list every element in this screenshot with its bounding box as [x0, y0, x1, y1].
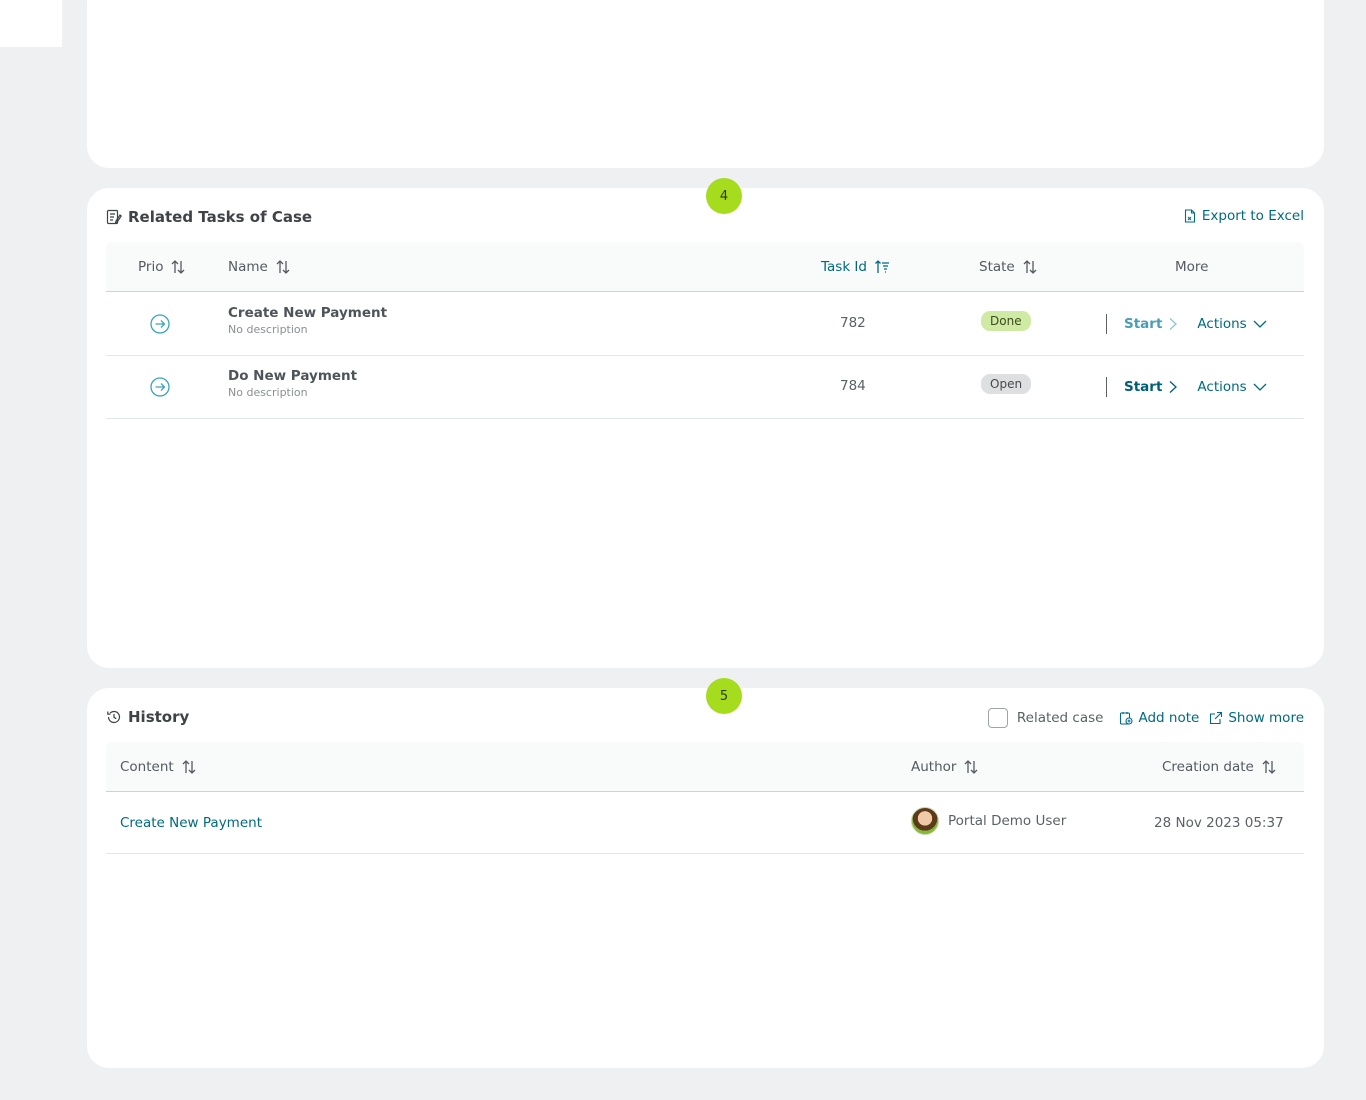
column-header-name[interactable]: Name: [228, 242, 291, 292]
history-title: History: [106, 708, 189, 726]
creation-date: 28 Nov 2023 05:37: [1154, 815, 1284, 831]
tasks-table-header: Prio Name Task Id State More: [106, 242, 1304, 292]
start-task-button[interactable]: Start: [1124, 379, 1178, 395]
divider: [1106, 314, 1107, 334]
column-header-creation-date[interactable]: Creation date: [1162, 742, 1277, 792]
task-row[interactable]: Create New Payment No description 782 Do…: [106, 293, 1304, 356]
column-header-task-id-label: Task Id: [821, 259, 867, 275]
history-row[interactable]: Create New Payment Portal Demo User 28 N…: [106, 793, 1304, 854]
add-note-icon: [1120, 712, 1134, 725]
start-label: Start: [1124, 379, 1163, 395]
prio-cell: [149, 313, 171, 335]
task-description: No description: [228, 323, 308, 336]
column-header-state[interactable]: State: [979, 242, 1038, 292]
sort-icon: [172, 260, 185, 274]
column-header-more-label: More: [1175, 259, 1209, 275]
related-tasks-title: Related Tasks of Case: [106, 208, 312, 226]
chevron-down-icon: [1253, 383, 1267, 391]
excel-file-icon: [1184, 209, 1195, 223]
history-table-header: Content Author Creation date: [106, 742, 1304, 792]
sort-icon: [276, 260, 290, 274]
sort-icon: [182, 760, 196, 774]
state-badge-done: Done: [981, 311, 1031, 331]
priority-normal-icon: [150, 377, 170, 397]
column-header-task-id[interactable]: Task Id: [821, 242, 890, 292]
chevron-right-icon: [1169, 318, 1178, 330]
history-content-link[interactable]: Create New Payment: [120, 815, 262, 831]
history-icon: [107, 710, 121, 724]
chevron-down-icon: [1253, 320, 1267, 328]
related-case-label: Related case: [1016, 710, 1104, 726]
task-description: No description: [228, 386, 308, 399]
actions-label: Actions: [1197, 316, 1247, 332]
actions-dropdown[interactable]: Actions: [1197, 379, 1267, 395]
sidebar-stub: [0, 0, 62, 47]
avatar: [911, 807, 939, 835]
related-tasks-title-text: Related Tasks of Case: [128, 208, 313, 226]
column-header-author-label: Author: [911, 759, 957, 775]
step-badge-4: 4: [706, 178, 742, 214]
export-to-excel-label: Export to Excel: [1201, 208, 1304, 224]
column-header-creation-date-label: Creation date: [1162, 759, 1254, 775]
related-case-checkbox[interactable]: [987, 708, 1008, 728]
sort-icon: [1023, 260, 1037, 274]
task-id: 784: [840, 378, 866, 394]
show-more-link[interactable]: Show more: [1209, 710, 1304, 726]
author-cell: Portal Demo User: [911, 807, 1066, 835]
author-name: Portal Demo User: [948, 813, 1067, 829]
task-row[interactable]: Do New Payment No description 784 Open S…: [106, 356, 1304, 419]
column-header-content[interactable]: Content: [120, 742, 197, 792]
start-task-button[interactable]: Start: [1124, 316, 1178, 332]
column-header-name-label: Name: [228, 259, 268, 275]
state-cell: Open: [981, 374, 1032, 394]
sort-icon: [1262, 760, 1276, 774]
start-label: Start: [1124, 316, 1163, 332]
state-cell: Done: [981, 311, 1031, 331]
step-badge-5: 5: [706, 678, 742, 714]
history-title-text: History: [128, 708, 190, 726]
task-name[interactable]: Create New Payment: [228, 305, 387, 321]
chevron-right-icon: [1169, 381, 1178, 393]
history-panel: 5 History Related case Add note Show mor…: [87, 678, 1324, 1068]
top-panel: [87, 0, 1324, 168]
task-list-icon: [106, 209, 122, 225]
column-header-prio-label: Prio: [138, 259, 164, 275]
column-header-author[interactable]: Author: [911, 742, 979, 792]
divider: [1106, 377, 1107, 397]
priority-normal-icon: [150, 314, 170, 334]
external-link-icon: [1210, 711, 1223, 725]
task-name[interactable]: Do New Payment: [228, 368, 357, 384]
add-note-label: Add note: [1138, 710, 1200, 726]
task-name-cell[interactable]: Create New Payment No description: [228, 305, 387, 336]
sort-ascending-icon: [875, 260, 889, 273]
export-to-excel-link[interactable]: Export to Excel: [1183, 208, 1304, 224]
task-name-cell[interactable]: Do New Payment No description: [228, 368, 357, 399]
sort-icon: [964, 760, 978, 774]
prio-cell: [149, 376, 171, 398]
actions-label: Actions: [1197, 379, 1247, 395]
column-header-prio[interactable]: Prio: [138, 242, 186, 292]
more-cell: Start Actions: [1106, 314, 1267, 334]
show-more-label: Show more: [1228, 710, 1304, 726]
related-tasks-panel: 4 Related Tasks of Case Export to Excel …: [87, 178, 1324, 668]
history-toolbar: Related case Add note Show more: [987, 708, 1304, 728]
task-id: 782: [840, 315, 866, 331]
more-cell: Start Actions: [1106, 377, 1267, 397]
state-badge-open: Open: [981, 374, 1032, 394]
column-header-more: More: [1175, 242, 1208, 292]
add-note-link[interactable]: Add note: [1119, 710, 1199, 726]
actions-dropdown[interactable]: Actions: [1197, 316, 1267, 332]
column-header-content-label: Content: [120, 759, 174, 775]
column-header-state-label: State: [979, 259, 1015, 275]
